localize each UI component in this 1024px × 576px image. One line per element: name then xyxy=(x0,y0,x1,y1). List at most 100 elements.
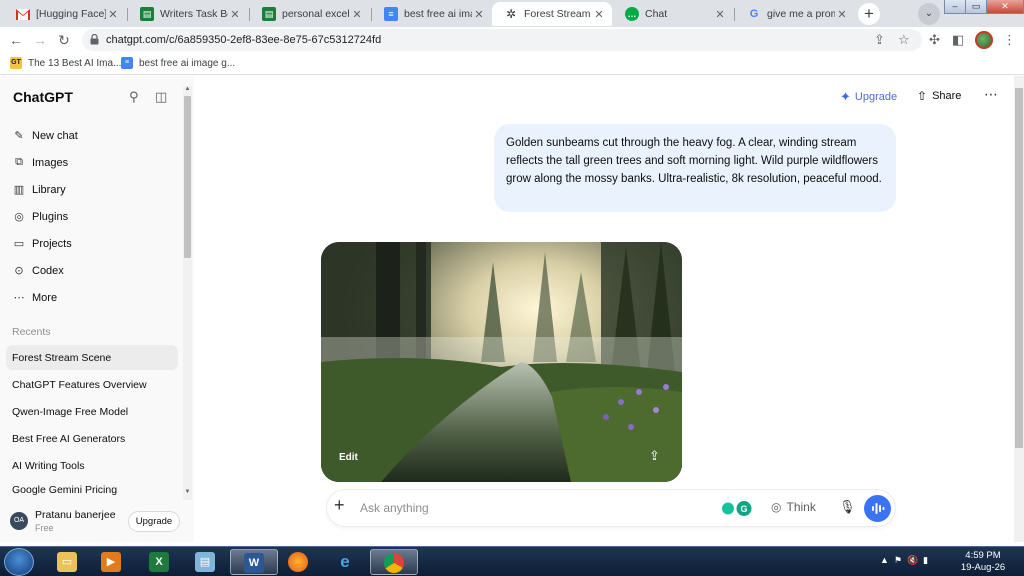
back-icon[interactable]: ← xyxy=(7,31,25,49)
side-panel-icon[interactable]: ◧ xyxy=(952,32,964,48)
plugins-icon: ◎ xyxy=(14,211,24,223)
bookmark-13-best-ai[interactable]: GT The 13 Best AI Ima... xyxy=(10,57,121,69)
user-account[interactable]: OA Pratanu banerjee Free Upgrade xyxy=(0,502,194,542)
recent-chat-item[interactable]: Google Gemini Pricing xyxy=(6,480,178,500)
edit-icon: ✎ xyxy=(14,130,24,142)
tab-best-free-ai-image[interactable]: ≡ best free ai image ✕ xyxy=(372,2,492,26)
tab-forest-stream-scene[interactable]: ✲ Forest Stream Sce ✕ xyxy=(492,2,612,26)
nav-new-chat[interactable]: ✎ New chat xyxy=(6,123,178,148)
user-message-bubble: Golden sunbeams cut through the heavy fo… xyxy=(494,124,896,212)
recent-chat-item[interactable]: AI Writing Tools xyxy=(6,453,178,478)
share-page-icon[interactable]: ⇪ xyxy=(874,32,885,48)
generated-image[interactable]: Edit ⇪ xyxy=(321,242,682,482)
new-tab-button[interactable]: + xyxy=(858,3,880,25)
nav-codex[interactable]: ⊙ Codex xyxy=(6,258,178,283)
taskbar-excel[interactable]: X xyxy=(136,549,184,575)
library-icon: ▥ xyxy=(13,184,25,196)
add-attachment-icon[interactable]: + xyxy=(334,495,345,516)
more-icon: ⋯ xyxy=(13,292,25,304)
grammarly-icon[interactable]: G xyxy=(721,500,753,517)
close-icon[interactable]: ✕ xyxy=(350,8,364,21)
close-icon[interactable]: ✕ xyxy=(835,8,849,21)
nav-projects[interactable]: ▭ Projects xyxy=(6,231,178,256)
nav-library[interactable]: ▥ Library xyxy=(6,177,178,202)
tab-search-chevron-icon[interactable]: ⌄ xyxy=(918,3,940,25)
search-icon[interactable]: ⚲ xyxy=(129,89,139,105)
address-bar[interactable]: chatgpt.com/c/6a859350-2ef8-83ee-8e75-67… xyxy=(82,29,922,51)
tab-hugging-face[interactable]: [Hugging Face] Ch ✕ xyxy=(4,2,126,26)
start-button[interactable] xyxy=(4,548,34,576)
sidebar-scroll-thumb[interactable] xyxy=(184,96,191,258)
upgrade-button-sidebar[interactable]: Upgrade xyxy=(128,511,180,532)
taskbar-internet-explorer[interactable]: e xyxy=(322,549,370,575)
tab-personal-excel[interactable]: ▤ personal excel of ✕ xyxy=(250,2,370,26)
brand-title[interactable]: ChatGPT xyxy=(13,89,73,105)
close-icon[interactable]: ✕ xyxy=(228,8,242,21)
sheets-icon: ▤ xyxy=(262,7,276,21)
chrome-icon xyxy=(384,553,404,573)
lock-icon xyxy=(90,34,99,45)
star-icon[interactable]: ☆ xyxy=(898,32,910,48)
taskbar-clock[interactable]: 4:59 PM 19-Aug-26 xyxy=(958,550,1008,574)
sidebar-scrollbar[interactable]: ▲ ▼ xyxy=(183,86,192,500)
more-options-icon[interactable]: ⋯ xyxy=(984,86,999,103)
sparkle-icon: ✦ xyxy=(840,89,851,104)
url-text: chatgpt.com/c/6a859350-2ef8-83ee-8e75-67… xyxy=(106,34,382,46)
close-icon[interactable]: ✕ xyxy=(592,8,606,21)
main-scrollbar[interactable] xyxy=(1014,76,1024,542)
taskbar-media-player[interactable]: ▶ xyxy=(88,549,136,575)
forward-icon[interactable]: → xyxy=(31,31,49,49)
download-share-icon[interactable]: ⇪ xyxy=(649,448,660,464)
recent-chat-item[interactable]: ChatGPT Features Overview xyxy=(6,372,178,397)
gt-icon: GT xyxy=(10,57,22,69)
think-button[interactable]: ◎ Think xyxy=(771,500,816,514)
taskbar-firefox[interactable] xyxy=(275,549,323,575)
taskbar-notepad[interactable]: ▤ xyxy=(182,549,230,575)
edit-image-button[interactable]: Edit xyxy=(339,452,358,463)
voice-mode-button[interactable] xyxy=(864,495,891,522)
prompt-input[interactable]: Ask anything xyxy=(360,501,429,515)
recent-chat-item[interactable]: Qwen-Image Free Model xyxy=(6,399,178,424)
scroll-up-icon[interactable]: ▲ xyxy=(183,86,192,92)
recent-chat-item[interactable]: Forest Stream Scene xyxy=(6,345,178,370)
lightbulb-icon: ◎ xyxy=(771,500,782,514)
close-icon[interactable]: ✕ xyxy=(713,8,727,21)
window-close-button[interactable]: ✕ xyxy=(986,0,1024,14)
media-player-icon: ▶ xyxy=(101,552,121,572)
scroll-down-icon[interactable]: ▼ xyxy=(183,489,192,495)
close-icon[interactable]: ✕ xyxy=(106,8,120,21)
share-button[interactable]: ⇧ Share xyxy=(917,89,961,103)
gmail-icon xyxy=(16,7,30,21)
minimize-button[interactable]: – xyxy=(944,0,966,14)
excel-icon: X xyxy=(149,552,169,572)
tab-chat[interactable]: … Chat ✕ xyxy=(613,2,733,26)
taskbar-word[interactable]: W xyxy=(230,549,278,575)
microphone-icon[interactable]: 🎙 xyxy=(839,499,856,515)
profile-avatar[interactable] xyxy=(975,31,993,49)
taskbar-chrome[interactable] xyxy=(370,549,418,575)
tab-give-me-a-prompt[interactable]: G give me a prompt ✕ xyxy=(735,2,855,26)
system-tray-icons[interactable]: ▲ ⚑ 🔇 ▮ xyxy=(880,555,928,566)
taskbar-explorer[interactable]: ▭ xyxy=(44,549,92,575)
menu-kebab-icon[interactable]: ⋮ xyxy=(1003,32,1016,48)
docs-icon: ≡ xyxy=(121,57,133,69)
sidebar: ChatGPT ⚲ ◫ ✎ New chat ⧉ Images ▥ Librar… xyxy=(0,76,194,542)
bookmark-best-free-ai-image[interactable]: ≡ best free ai image g... xyxy=(121,57,235,69)
tab-writers-task-box[interactable]: ▤ Writers Task Box ✕ xyxy=(128,2,248,26)
chat-main: ✦ Upgrade ⇧ Share ⋯ Golden sunbeams cut … xyxy=(194,76,1024,542)
main-scroll-thumb[interactable] xyxy=(1015,88,1023,448)
waveform-icon xyxy=(872,503,885,514)
recent-chat-item[interactable]: Best Free AI Generators xyxy=(6,426,178,451)
ie-icon: e xyxy=(340,552,350,571)
maximize-button[interactable]: ▭ xyxy=(965,0,987,14)
sidebar-toggle-icon[interactable]: ◫ xyxy=(155,89,167,105)
extensions-icon[interactable]: ✣ xyxy=(929,32,940,48)
reload-icon[interactable]: ↻ xyxy=(55,31,73,49)
nav-images[interactable]: ⧉ Images xyxy=(6,150,178,175)
chatgpt-icon: ✲ xyxy=(505,7,517,21)
windows-taskbar: ▭ ▶ X ▤ W e ▲ ⚑ 🔇 ▮ 4:59 PM 19-Aug-26 xyxy=(0,546,1024,576)
close-icon[interactable]: ✕ xyxy=(472,8,486,21)
nav-plugins[interactable]: ◎ Plugins xyxy=(6,204,178,229)
nav-more[interactable]: ⋯ More xyxy=(6,285,178,310)
upgrade-button[interactable]: ✦ Upgrade xyxy=(840,89,897,105)
